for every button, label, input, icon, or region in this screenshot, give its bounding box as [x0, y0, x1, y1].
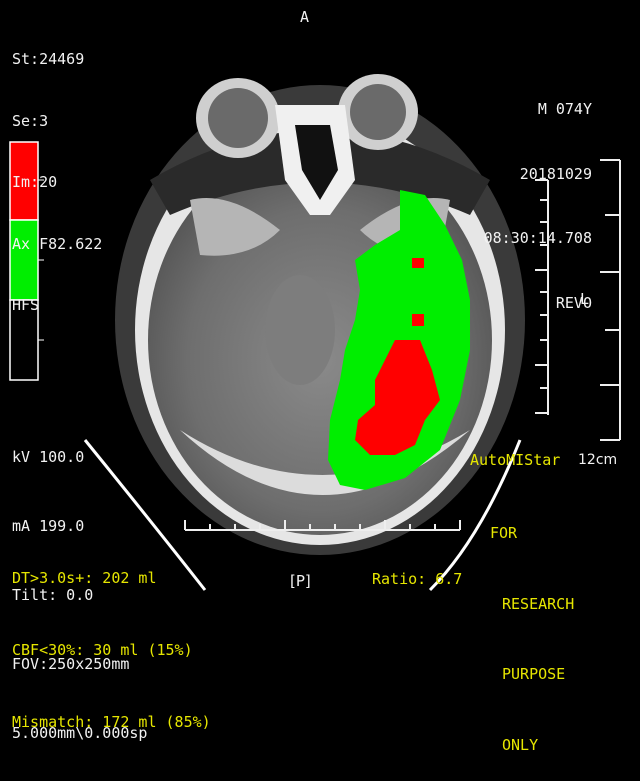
- orientation-posterior: [P]: [290, 572, 311, 590]
- mismatch-ratio: Ratio: 6.7: [372, 570, 463, 588]
- image-number: Im:20: [12, 173, 58, 191]
- orientation-anterior: A: [300, 8, 310, 26]
- scanner-model: REVO: [555, 293, 592, 312]
- disclaimer-line-4: ONLY: [502, 735, 539, 754]
- mismatch-volume: Mismatch: 172 ml (85%): [12, 713, 211, 731]
- perfusion-stats: DT>3.0s+: 202 ml CBF<30%: 30 ml (15%) Mi…: [12, 518, 211, 758]
- axial-position: Ax F82.622: [12, 234, 103, 253]
- study-date: 20181029: [519, 164, 592, 183]
- study-time: 08:30:14.708: [483, 229, 592, 247]
- kv-value: kV 100.0: [12, 448, 85, 466]
- brand-label: AutoMIStar: [470, 451, 561, 469]
- scale-label: 12cm: [578, 452, 618, 468]
- info-top-right: M 074Y 20181029 08:30:14.708 REVO: [484, 56, 592, 336]
- patient-position: HFS: [12, 296, 40, 314]
- dt-volume: DT>3.0s+: 202 ml: [12, 569, 157, 587]
- info-top-left: St:24469 Se:3 Im:20 Ax F82.622 HFS: [12, 8, 102, 336]
- disclaimer-line-2: RESEARCH: [502, 594, 575, 613]
- disclaimer-line-3: PURPOSE: [502, 665, 566, 683]
- disclaimer-line-1: FOR: [490, 524, 518, 542]
- patient-sex-age: M 074Y: [537, 100, 592, 118]
- series-number: Se:3: [12, 111, 49, 130]
- study-number: St:24469: [12, 50, 85, 68]
- cbf-volume: CBF<30%: 30 ml (15%): [12, 641, 193, 659]
- disclaimer: FOR RESEARCH PURPOSE ONLY: [490, 475, 574, 781]
